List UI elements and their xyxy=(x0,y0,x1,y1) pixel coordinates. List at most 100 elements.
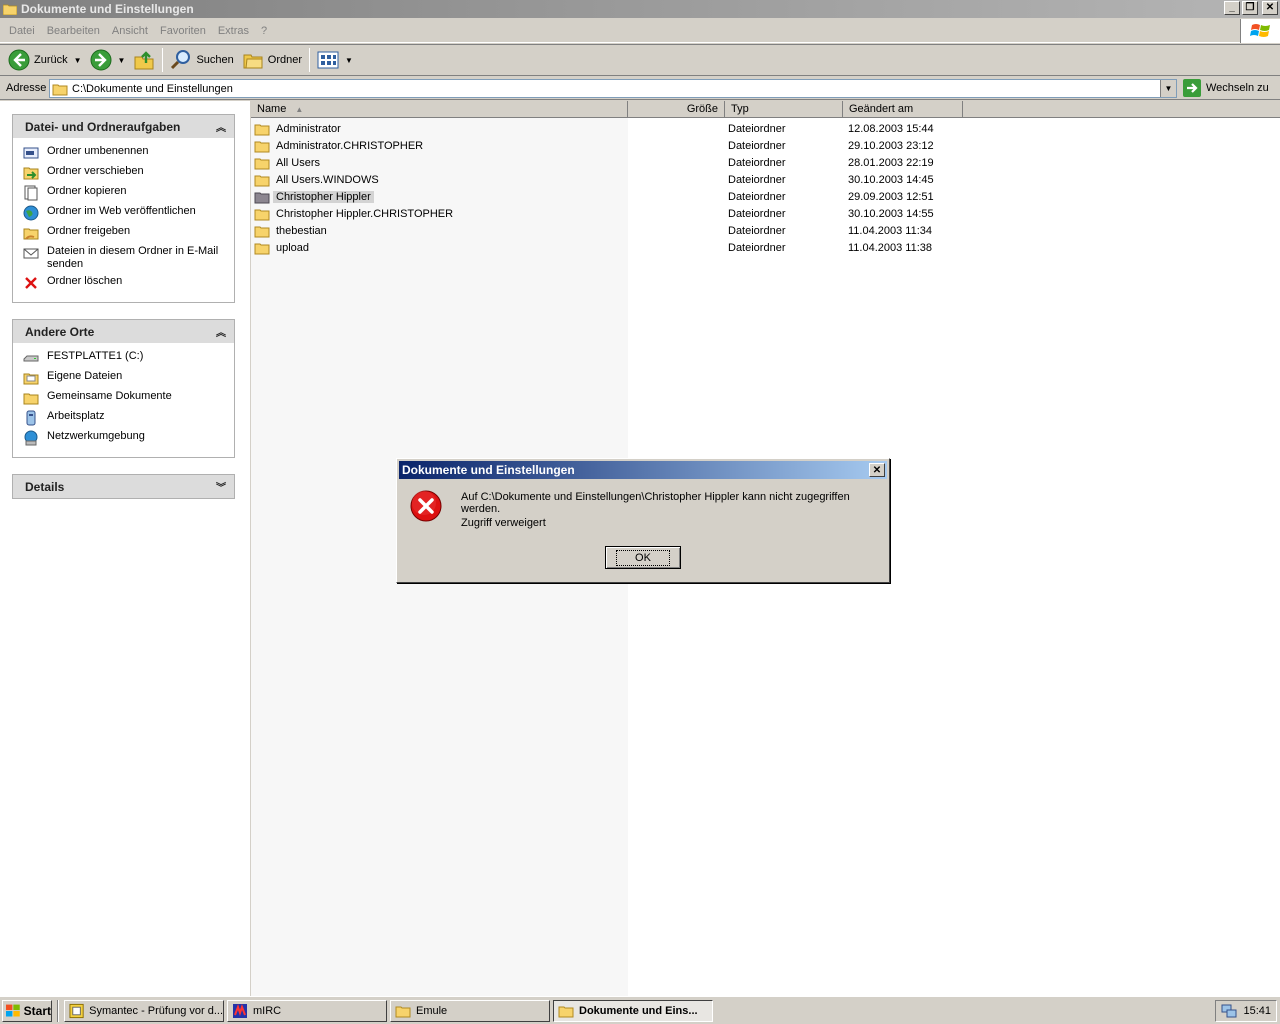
menu-help[interactable]: ? xyxy=(255,25,273,37)
clock[interactable]: 15:41 xyxy=(1243,1005,1271,1017)
cell-type: Dateiordner xyxy=(728,156,786,169)
network-status-icon[interactable] xyxy=(1221,1003,1237,1019)
views-dropdown-icon[interactable]: ▼ xyxy=(345,56,353,65)
start-button[interactable]: Start xyxy=(2,999,52,1022)
views-button[interactable]: ▼ xyxy=(313,46,357,74)
collapse-icon[interactable]: ︽ xyxy=(216,324,226,339)
cell-modified: 29.10.2003 23:12 xyxy=(848,139,934,152)
header-modified-label: Geändert am xyxy=(849,103,914,115)
address-bar: Adresse C:\Dokumente und Einstellungen ▼… xyxy=(0,77,1280,100)
table-row[interactable]: Administrator.CHRISTOPHER Dateiordner 29.1… xyxy=(254,137,968,154)
cell-name: Christopher Hippler xyxy=(254,190,628,204)
cell-modified: 28.01.2003 22:19 xyxy=(848,156,934,169)
table-row[interactable]: Christopher Hippler.CHRISTOPHER Dateiordn… xyxy=(254,205,968,222)
back-button[interactable]: Zurück ▼ xyxy=(4,46,86,74)
menu-bearbeiten[interactable]: Bearbeiten xyxy=(41,25,106,37)
place-label: Arbeitsplatz xyxy=(47,410,105,422)
menu-datei[interactable]: Datei xyxy=(3,25,41,37)
taskbar-item-emule[interactable]: Emule xyxy=(390,999,550,1022)
cell-name: All Users xyxy=(254,156,628,170)
table-row[interactable]: Christopher Hippler Dateiordner 29.09.2003… xyxy=(254,188,968,205)
taskbar-item-symantec[interactable]: Symantec - Prüfung vor d... xyxy=(64,999,224,1022)
table-row[interactable]: Administrator Dateiordner 12.08.2003 15:44 xyxy=(254,120,968,137)
place-label: Netzwerkumgebung xyxy=(47,430,145,442)
task-delete-folder[interactable]: Ordner löschen xyxy=(23,275,234,295)
search-button[interactable]: Suchen xyxy=(166,46,237,74)
cell-name: All Users.WINDOWS xyxy=(254,173,628,187)
place-label: FESTPLATTE1 (C:) xyxy=(47,350,144,362)
place-drive-c[interactable]: FESTPLATTE1 (C:) xyxy=(23,350,234,370)
folder-icon xyxy=(395,1006,411,1017)
task-share-folder[interactable]: Ordner freigeben xyxy=(23,225,234,245)
search-icon xyxy=(171,50,191,70)
place-my-documents[interactable]: Eigene Dateien xyxy=(23,370,234,390)
go-button[interactable]: Wechseln zu xyxy=(1183,79,1269,97)
folders-icon xyxy=(243,54,263,69)
taskbar-divider xyxy=(57,999,59,1022)
header-name[interactable]: Name ▲ xyxy=(251,101,628,118)
expand-icon[interactable]: ︾ xyxy=(216,479,226,494)
sort-ascending-icon: ▲ xyxy=(295,105,304,114)
dialog-close-button[interactable]: ✕ xyxy=(869,463,885,477)
folder-icon xyxy=(254,243,270,254)
list-rows: Administrator Dateiordner 12.08.2003 15:44… xyxy=(254,120,968,256)
cell-type: Dateiordner xyxy=(728,207,786,220)
address-value: C:\Dokumente und Einstellungen xyxy=(72,82,233,95)
locked-folder-icon xyxy=(254,192,270,203)
rename-icon xyxy=(23,145,39,161)
folder-icon xyxy=(558,1006,574,1017)
header-type[interactable]: Typ xyxy=(725,101,843,118)
task-rename-folder[interactable]: Ordner umbenennen xyxy=(23,145,234,165)
folder-icon xyxy=(52,84,68,95)
dialog-title-bar[interactable]: Dokumente und Einstellungen ✕ xyxy=(399,461,887,479)
details-title: Details xyxy=(25,479,65,494)
task-email-files[interactable]: Dateien in diesem Ordner in E-Mail sende… xyxy=(23,245,234,275)
address-input[interactable]: C:\Dokumente und Einstellungen ▼ xyxy=(49,79,1177,98)
details-panel: Details ︾ xyxy=(12,474,235,499)
delete-icon xyxy=(23,275,39,291)
menu-favoriten[interactable]: Favoriten xyxy=(154,25,212,37)
taskbar-item-explorer[interactable]: Dokumente und Eins... xyxy=(553,999,713,1022)
other-places-header[interactable]: Andere Orte ︽ xyxy=(13,320,234,343)
header-modified[interactable]: Geändert am xyxy=(843,101,963,118)
window-title-bar[interactable]: Dokumente und Einstellungen _ ❐ ✕ xyxy=(0,0,1280,18)
place-network[interactable]: Netzwerkumgebung xyxy=(23,430,234,450)
forward-dropdown-icon[interactable]: ▼ xyxy=(118,56,126,65)
menu-ansicht[interactable]: Ansicht xyxy=(106,25,154,37)
table-row[interactable]: All Users Dateiordner 28.01.2003 22:19 xyxy=(254,154,968,171)
place-my-computer[interactable]: Arbeitsplatz xyxy=(23,410,234,430)
folders-button[interactable]: Ordner xyxy=(238,46,306,74)
address-dropdown-icon[interactable]: ▼ xyxy=(1160,80,1176,97)
menu-extras[interactable]: Extras xyxy=(212,25,255,37)
back-dropdown-icon[interactable]: ▼ xyxy=(74,56,82,65)
close-button[interactable]: ✕ xyxy=(1262,1,1278,15)
file-name: All Users xyxy=(276,156,321,169)
collapse-icon[interactable]: ︽ xyxy=(216,119,226,134)
up-folder-button[interactable] xyxy=(129,46,159,74)
forward-button[interactable]: ▼ xyxy=(86,46,130,74)
back-arrow-icon xyxy=(8,49,30,71)
restore-button[interactable]: ❐ xyxy=(1242,1,1258,15)
table-row[interactable]: upload Dateiordner 11.04.2003 11:38 xyxy=(254,239,968,256)
other-places-panel: Andere Orte ︽ FESTPLATTE1 (C:) Eigene Da… xyxy=(12,319,235,458)
task-publish-web[interactable]: Ordner im Web veröffentlichen xyxy=(23,205,234,225)
taskbar-item-mirc[interactable]: mIRC xyxy=(227,999,387,1022)
table-row[interactable]: All Users.WINDOWS Dateiordner 30.10.2003 1… xyxy=(254,171,968,188)
details-header[interactable]: Details ︾ xyxy=(13,475,234,498)
cell-modified: 30.10.2003 14:55 xyxy=(848,207,934,220)
task-copy-folder[interactable]: Ordner kopieren xyxy=(23,185,234,205)
task-label: Ordner verschieben xyxy=(47,165,144,177)
go-label: Wechseln zu xyxy=(1206,82,1269,94)
ok-button[interactable]: OK xyxy=(605,546,681,569)
other-places-title: Andere Orte xyxy=(25,324,95,339)
cell-modified: 12.08.2003 15:44 xyxy=(848,122,934,135)
folder-icon xyxy=(254,175,270,186)
task-move-folder[interactable]: Ordner verschieben xyxy=(23,165,234,185)
cell-type: Dateiordner xyxy=(728,139,786,152)
minimize-button[interactable]: _ xyxy=(1224,1,1240,15)
place-shared-documents[interactable]: Gemeinsame Dokumente xyxy=(23,390,234,410)
header-size[interactable]: Größe xyxy=(628,101,725,118)
taskbar-item-label: Emule xyxy=(416,1004,448,1017)
table-row[interactable]: thebestian Dateiordner 11.04.2003 11:34 xyxy=(254,222,968,239)
file-tasks-header[interactable]: Datei- und Ordneraufgaben ︽ xyxy=(13,115,234,138)
